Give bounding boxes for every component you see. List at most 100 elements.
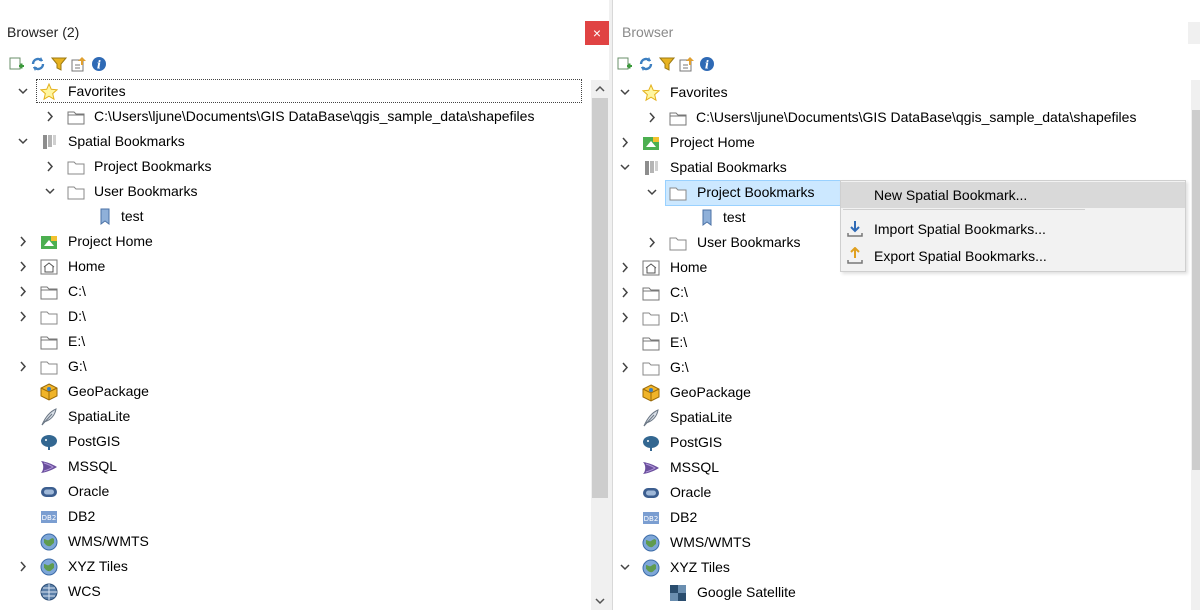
tree-item-db2[interactable]: DB2 DB2 bbox=[613, 505, 1193, 530]
close-panel-button[interactable]: × bbox=[585, 21, 609, 45]
tree-item-xyz-tiles[interactable]: XYZ Tiles bbox=[613, 555, 1193, 580]
chevron-right-icon[interactable] bbox=[619, 355, 631, 380]
tree-item-label: Home bbox=[670, 259, 708, 275]
tree-item-geopackage[interactable]: GeoPackage bbox=[613, 380, 1193, 405]
panel-titlebar: Browser bbox=[613, 0, 1200, 50]
tree-item-c-drive[interactable]: C:\ bbox=[0, 279, 580, 304]
menu-item-export-spatial-bookmarks[interactable]: Export Spatial Bookmarks... bbox=[841, 243, 1185, 269]
info-icon[interactable]: i bbox=[91, 56, 107, 72]
tree-item-label: G:\ bbox=[68, 358, 87, 374]
vertical-scrollbar[interactable] bbox=[591, 80, 609, 610]
refresh-icon[interactable] bbox=[30, 56, 46, 72]
chevron-down-icon[interactable] bbox=[619, 80, 631, 105]
collapse-all-icon[interactable] bbox=[679, 56, 695, 72]
tree-item-g-drive[interactable]: G:\ bbox=[0, 354, 580, 379]
tree-item-google-satellite[interactable]: Google Satellite bbox=[613, 580, 1193, 605]
tree-item-d-drive[interactable]: D:\ bbox=[613, 305, 1193, 330]
tree-item-spatialite[interactable]: SpatiaLite bbox=[0, 404, 580, 429]
tree-item-label: User Bookmarks bbox=[697, 234, 801, 250]
bookmark-icon bbox=[702, 209, 712, 226]
svg-text:i: i bbox=[705, 59, 709, 72]
tree-item-label: Oracle bbox=[670, 484, 712, 500]
chevron-right-icon[interactable] bbox=[17, 279, 29, 304]
tree-item-oracle[interactable]: Oracle bbox=[613, 480, 1193, 505]
info-icon[interactable]: i bbox=[699, 56, 715, 72]
tree-item-spatial-bookmarks[interactable]: Spatial Bookmarks bbox=[613, 155, 1193, 180]
chevron-down-icon[interactable] bbox=[646, 180, 658, 205]
tree-item-postgis[interactable]: PostGIS bbox=[0, 429, 580, 454]
filter-icon[interactable] bbox=[659, 56, 675, 72]
chevron-right-icon[interactable] bbox=[619, 255, 631, 280]
tree-item-spatial-bookmarks[interactable]: Spatial Bookmarks bbox=[0, 129, 580, 154]
chevron-right-icon[interactable] bbox=[44, 154, 56, 179]
collapse-all-icon[interactable] bbox=[71, 56, 87, 72]
tree-item-xyz-tiles[interactable]: XYZ Tiles bbox=[0, 554, 580, 579]
tree-item-favorite-path[interactable]: C:\Users\ljune\Documents\GIS DataBase\qg… bbox=[0, 104, 590, 129]
tree-item-favorites[interactable]: Favorites bbox=[0, 79, 580, 104]
add-layer-icon[interactable] bbox=[9, 56, 25, 72]
tree-item-wms[interactable]: WMS/WMTS bbox=[613, 530, 1193, 555]
tree-item-c-drive[interactable]: C:\ bbox=[613, 280, 1193, 305]
svg-text:i: i bbox=[97, 59, 101, 72]
scroll-up-icon[interactable] bbox=[594, 84, 606, 94]
tree-item-project-home[interactable]: Project Home bbox=[613, 130, 1193, 155]
db2-icon: DB2 bbox=[643, 512, 659, 524]
tree-item-label: XYZ Tiles bbox=[68, 558, 128, 574]
scroll-down-icon[interactable] bbox=[594, 596, 606, 606]
tree-item-d-drive[interactable]: D:\ bbox=[0, 304, 580, 329]
refresh-icon[interactable] bbox=[638, 56, 654, 72]
chevron-right-icon[interactable] bbox=[17, 304, 29, 329]
tree-item-project-bookmarks[interactable]: Project Bookmarks bbox=[0, 154, 580, 179]
scrollbar-thumb[interactable] bbox=[592, 98, 608, 498]
tree-item-label: WMS/WMTS bbox=[68, 533, 149, 549]
tree-item-e-drive[interactable]: E:\ bbox=[613, 330, 1193, 355]
chevron-right-icon[interactable] bbox=[619, 130, 631, 155]
tree-item-label: DB2 bbox=[670, 509, 698, 525]
chevron-right-icon[interactable] bbox=[17, 554, 29, 579]
chevron-down-icon[interactable] bbox=[17, 79, 29, 104]
folder-icon bbox=[669, 187, 687, 201]
chevron-down-icon[interactable] bbox=[44, 179, 56, 204]
chevron-right-icon[interactable] bbox=[44, 104, 56, 129]
tree-item-user-bookmarks[interactable]: User Bookmarks bbox=[0, 179, 580, 204]
db2-icon: DB2 bbox=[41, 511, 57, 523]
chevron-down-icon[interactable] bbox=[619, 155, 631, 180]
tree-item-postgis[interactable]: PostGIS bbox=[613, 430, 1193, 455]
tree-item-db2[interactable]: DB2 DB2 bbox=[0, 504, 580, 529]
tree-item-test-bookmark[interactable]: test bbox=[0, 204, 580, 229]
chevron-right-icon[interactable] bbox=[17, 354, 29, 379]
chevron-down-icon[interactable] bbox=[619, 555, 631, 580]
menu-item-import-spatial-bookmarks[interactable]: Import Spatial Bookmarks... bbox=[841, 216, 1185, 242]
chevron-right-icon[interactable] bbox=[646, 105, 658, 130]
filter-icon[interactable] bbox=[51, 56, 67, 72]
vertical-scrollbar[interactable] bbox=[1191, 80, 1200, 610]
tree-item-favorites[interactable]: Favorites bbox=[613, 80, 1193, 105]
tree-item-geopackage[interactable]: GeoPackage bbox=[0, 379, 580, 404]
tree-item-wcs[interactable]: WCS bbox=[0, 579, 580, 604]
chevron-right-icon[interactable] bbox=[646, 230, 658, 255]
close-panel-button[interactable] bbox=[1188, 22, 1200, 44]
menu-item-label: New Spatial Bookmark... bbox=[874, 187, 1028, 203]
tree-item-spatialite[interactable]: SpatiaLite bbox=[613, 405, 1193, 430]
bookmark-icon bbox=[100, 208, 110, 225]
tree-item-favorite-path[interactable]: C:\Users\ljune\Documents\GIS DataBase\qg… bbox=[613, 105, 1193, 130]
chevron-right-icon[interactable] bbox=[17, 254, 29, 279]
chevron-right-icon[interactable] bbox=[17, 229, 29, 254]
tree-item-wms[interactable]: WMS/WMTS bbox=[0, 529, 580, 554]
tree-item-g-drive[interactable]: G:\ bbox=[613, 355, 1193, 380]
scrollbar-thumb[interactable] bbox=[1192, 110, 1200, 470]
tree-item-mssql[interactable]: MSSQL bbox=[613, 455, 1193, 480]
chevron-down-icon[interactable] bbox=[17, 129, 29, 154]
tree-item-mssql[interactable]: MSSQL bbox=[0, 454, 580, 479]
tree-item-e-drive[interactable]: E:\ bbox=[0, 329, 580, 354]
tree-item-label: User Bookmarks bbox=[94, 183, 198, 199]
tree-item-oracle[interactable]: Oracle bbox=[0, 479, 580, 504]
add-layer-icon[interactable] bbox=[617, 56, 633, 72]
tree-item-home[interactable]: Home bbox=[0, 254, 580, 279]
chevron-right-icon[interactable] bbox=[619, 305, 631, 330]
menu-item-new-spatial-bookmark[interactable]: New Spatial Bookmark... bbox=[841, 182, 1185, 208]
tree-item-label: C:\ bbox=[68, 283, 86, 299]
chevron-right-icon[interactable] bbox=[619, 280, 631, 305]
tree-item-project-home[interactable]: Project Home bbox=[0, 229, 580, 254]
globe-icon bbox=[642, 534, 660, 552]
